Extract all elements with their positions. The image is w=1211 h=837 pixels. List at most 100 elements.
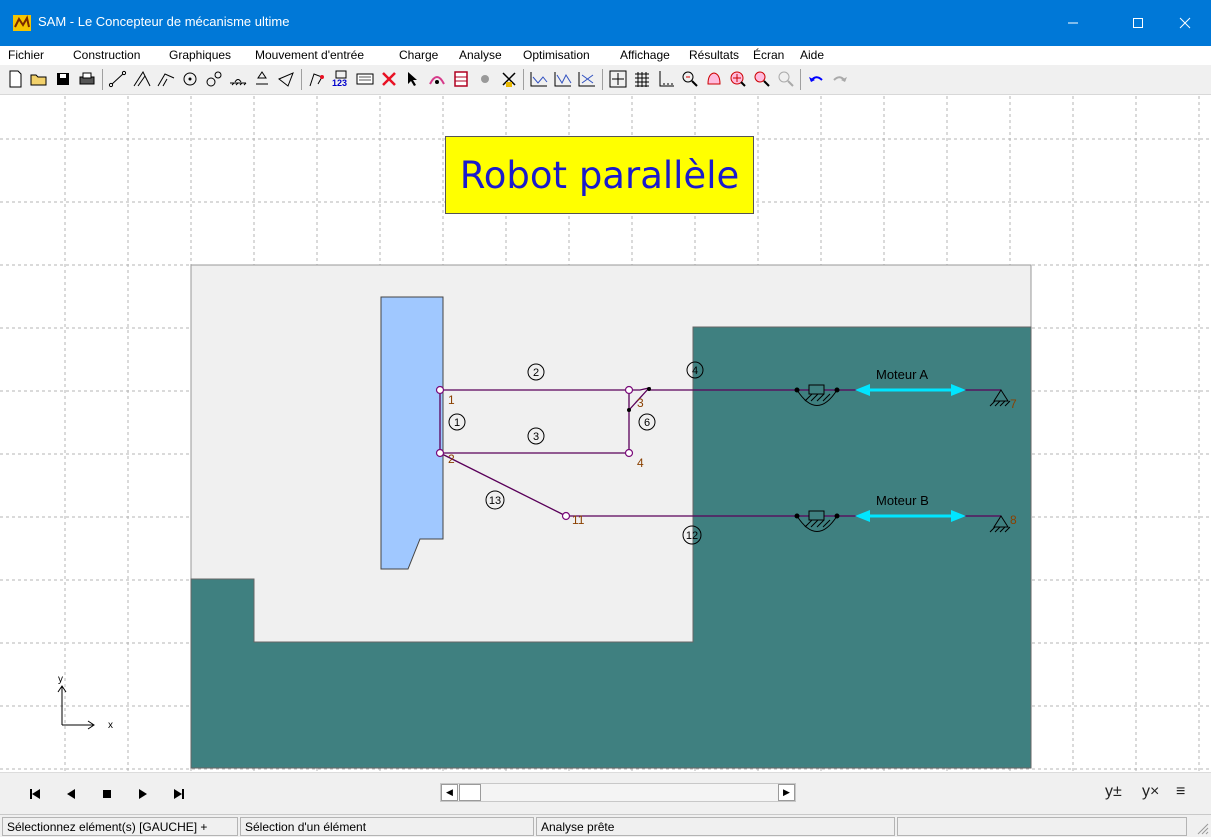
drawing-canvas[interactable]: 1 2 3 4 7 8 11 1 2 3 4 6 12 13 Moteur A … <box>0 96 1211 772</box>
scale-y-plus-button[interactable]: y± <box>1105 783 1122 805</box>
graph-x-icon <box>530 72 548 87</box>
ground-element-button[interactable] <box>227 68 249 90</box>
menu-optimisation[interactable]: Optimisation <box>523 48 590 62</box>
spring-element-icon <box>256 71 268 85</box>
toolbar-separator <box>301 69 302 90</box>
wind-button[interactable] <box>498 68 520 90</box>
scroll-right-button[interactable]: ▶ <box>778 784 795 801</box>
grid-snap-button[interactable] <box>631 68 653 90</box>
menu-resultats[interactable]: Résultats <box>689 48 739 62</box>
menu-graphiques[interactable]: Graphiques <box>169 48 231 62</box>
drawing-title-box[interactable]: Robot parallèle <box>445 136 754 214</box>
belt-element-button[interactable] <box>203 68 225 90</box>
zoom-window-button[interactable] <box>751 68 773 90</box>
pan-icon <box>707 72 721 85</box>
status-panel-analysis: Analyse prête <box>536 817 895 836</box>
svg-text:12: 12 <box>686 530 698 542</box>
fix-node-button[interactable] <box>450 68 472 90</box>
menu-bar: Fichier Construction Graphiques Mouvemen… <box>0 46 1211 65</box>
status-panel-hint: Sélectionnez elément(s) [GAUCHE] + <box>2 817 238 836</box>
menu-charge[interactable]: Charge <box>399 48 438 62</box>
menu-fichier[interactable]: Fichier <box>8 48 44 62</box>
numbering-button[interactable]: 123 <box>330 68 352 90</box>
select-button[interactable] <box>402 68 424 90</box>
minimize-button[interactable] <box>1050 0 1096 46</box>
resize-grip-icon[interactable] <box>1195 821 1209 835</box>
truss-element-icon <box>133 70 151 87</box>
graph-x-button[interactable] <box>528 68 550 90</box>
node-2[interactable] <box>435 448 445 458</box>
damper-element-button[interactable] <box>275 68 297 90</box>
new-file-button[interactable] <box>4 68 26 90</box>
stop-icon <box>103 790 111 798</box>
svg-text:4: 4 <box>692 365 698 377</box>
node-3[interactable] <box>624 385 634 395</box>
svg-text:123: 123 <box>332 78 347 88</box>
slider-element-icon <box>157 73 175 87</box>
first-frame-button[interactable] <box>26 785 44 803</box>
zoom-prev-button[interactable] <box>775 68 797 90</box>
unfix-icon <box>481 75 489 83</box>
zoom-out-button[interactable] <box>679 68 701 90</box>
scroll-left-button[interactable]: ◀ <box>441 784 458 801</box>
menu-lines-button[interactable]: ≡ <box>1176 783 1185 805</box>
wind-icon <box>502 72 516 87</box>
node-1[interactable] <box>435 385 445 395</box>
graph-xy-button[interactable] <box>576 68 598 90</box>
svg-text:3: 3 <box>533 431 539 443</box>
properties-button[interactable] <box>354 68 376 90</box>
node-4[interactable] <box>624 448 634 458</box>
next-frame-icon <box>139 789 147 799</box>
menu-ecran[interactable]: Écran <box>753 48 784 62</box>
scale-y-times-button[interactable]: y× <box>1142 783 1159 805</box>
pan-button[interactable] <box>703 68 725 90</box>
belt-element-icon <box>206 71 222 87</box>
status-panel-coordinates <box>897 817 1187 836</box>
axis-button[interactable] <box>655 68 677 90</box>
unfix-button[interactable] <box>474 68 496 90</box>
end-effector-platform[interactable] <box>380 296 444 570</box>
close-icon <box>1179 17 1191 29</box>
print-icon <box>79 72 95 85</box>
previous-frame-button[interactable] <box>62 785 80 803</box>
zoom-fit-button[interactable] <box>727 68 749 90</box>
scroll-thumb[interactable] <box>459 784 481 801</box>
status-panel-mode: Sélection d'un élément <box>240 817 534 836</box>
redo-button[interactable] <box>829 68 851 90</box>
open-button[interactable] <box>28 68 50 90</box>
last-frame-button[interactable] <box>170 785 188 803</box>
graph-y-button[interactable] <box>552 68 574 90</box>
zoom-fit-icon <box>730 71 746 87</box>
close-button[interactable] <box>1162 0 1208 46</box>
beam-element-button[interactable] <box>107 68 129 90</box>
maximize-button[interactable] <box>1115 0 1161 46</box>
delete-button[interactable] <box>378 68 400 90</box>
node-label-11: 11 <box>572 513 585 527</box>
animation-scrollbar[interactable]: ◀ ▶ <box>440 783 796 802</box>
axis-indicator <box>57 685 95 730</box>
node-button[interactable] <box>426 68 448 90</box>
menu-affichage[interactable]: Affichage <box>620 48 670 62</box>
undo-button[interactable] <box>805 68 827 90</box>
zoom-window-icon <box>754 71 770 87</box>
status-bar: Sélectionnez elément(s) [GAUCHE] + Sélec… <box>0 814 1211 837</box>
node-label-3: 3 <box>637 396 644 410</box>
truss-element-button[interactable] <box>131 68 153 90</box>
next-frame-button[interactable] <box>134 785 152 803</box>
gear-element-button[interactable] <box>179 68 201 90</box>
menu-analyse[interactable]: Analyse <box>459 48 502 62</box>
grid-button[interactable] <box>607 68 629 90</box>
menu-mouvement-entree[interactable]: Mouvement d'entrée <box>255 48 364 62</box>
node-11[interactable] <box>561 511 571 521</box>
print-button[interactable] <box>76 68 98 90</box>
polyline-button[interactable] <box>306 68 328 90</box>
save-button[interactable] <box>52 68 74 90</box>
stop-button[interactable] <box>98 785 116 803</box>
axis-x-label: x <box>108 720 113 731</box>
menu-construction[interactable]: Construction <box>73 48 140 62</box>
spring-element-button[interactable] <box>251 68 273 90</box>
menu-aide[interactable]: Aide <box>800 48 824 62</box>
slider-element-button[interactable] <box>155 68 177 90</box>
sam-app-icon[interactable] <box>13 15 31 31</box>
fix-node-icon <box>454 71 468 87</box>
